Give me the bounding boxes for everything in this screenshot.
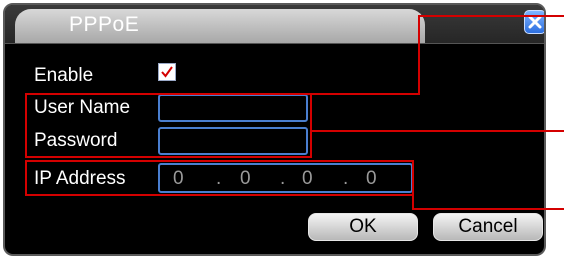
- close-button[interactable]: [524, 10, 544, 34]
- enable-checkbox[interactable]: [158, 63, 176, 81]
- enable-label: Enable: [34, 65, 94, 86]
- ok-button[interactable]: OK: [308, 213, 418, 241]
- cancel-button[interactable]: Cancel: [433, 213, 543, 241]
- dialog-title: PPPoE: [69, 13, 140, 36]
- annotation-line: [418, 15, 564, 17]
- annotation-line: [312, 130, 564, 132]
- annotation-ip-box: [25, 160, 414, 196]
- title-bar: PPPoE: [5, 5, 544, 44]
- checkmark-icon: [161, 66, 173, 78]
- annotation-credentials-box: [25, 93, 312, 158]
- annotation-line: [312, 93, 420, 95]
- annotation-line: [412, 208, 564, 210]
- annotation-line: [418, 15, 420, 95]
- close-x-icon: [528, 15, 542, 29]
